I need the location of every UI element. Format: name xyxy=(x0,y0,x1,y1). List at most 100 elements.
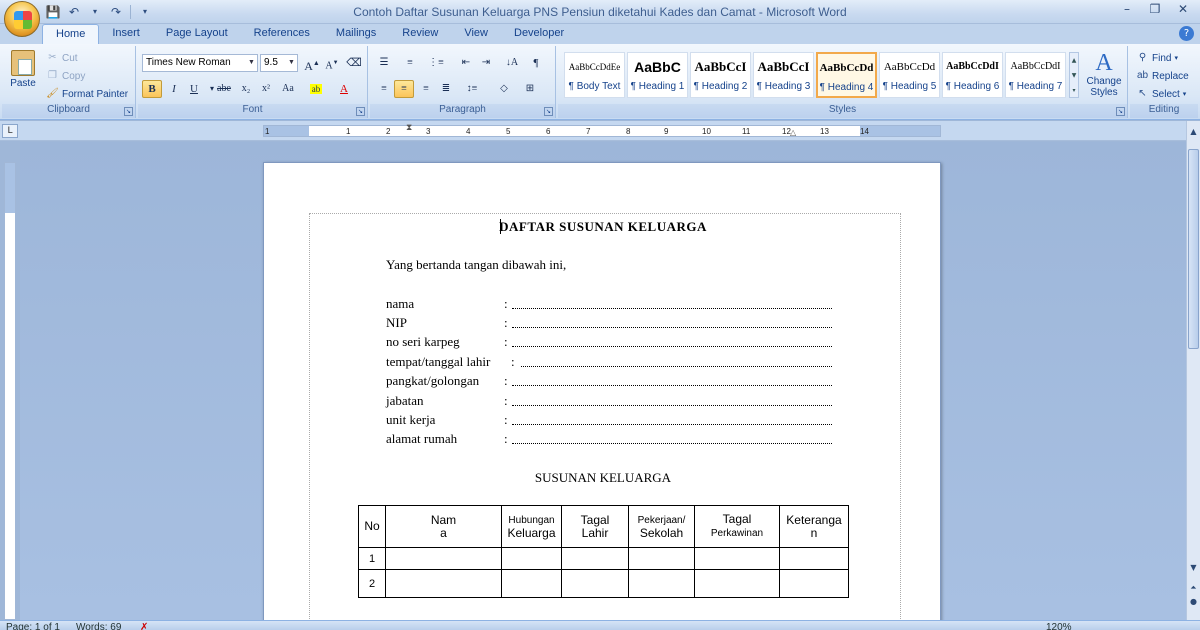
numbering-icon[interactable]: ≡ xyxy=(400,54,420,72)
style-heading-3[interactable]: AaBbCcI ¶ Heading 3 xyxy=(753,52,814,98)
table-cell[interactable] xyxy=(385,569,502,598)
tab-mailings[interactable]: Mailings xyxy=(323,24,389,44)
grow-font-button[interactable]: A▲ xyxy=(302,54,322,73)
underline-button[interactable]: U xyxy=(184,80,204,98)
table-cell[interactable] xyxy=(628,547,695,570)
page-count[interactable]: Page: 1 of 1 xyxy=(6,621,60,630)
table-header-row: No Nam a Hubungan Keluarga Tagal Lahir Peke… xyxy=(358,505,849,548)
change-styles-button[interactable]: A Change Styles xyxy=(1082,50,1126,102)
bullets-icon[interactable]: ☰ xyxy=(374,54,394,72)
italic-button[interactable]: I xyxy=(164,80,184,98)
align-center-icon[interactable]: ≡ xyxy=(394,80,414,98)
table-cell[interactable]: 2 xyxy=(358,569,386,598)
scroll-up-icon[interactable]: ▲ xyxy=(1188,125,1199,138)
tab-developer[interactable]: Developer xyxy=(501,24,577,44)
zoom-level[interactable]: 120% xyxy=(1046,621,1072,630)
binoculars-icon: ⚲ xyxy=(1138,52,1147,63)
vertical-ruler[interactable] xyxy=(4,162,16,620)
previous-page-icon[interactable]: ⏶ xyxy=(1188,581,1199,594)
select-button[interactable]: ↖ Select ▾ xyxy=(1136,86,1186,102)
table-cell[interactable] xyxy=(694,569,780,598)
scrollbar-thumb[interactable] xyxy=(1188,149,1199,349)
document-page[interactable]: DAFTAR SUSUNAN KELUARGA Yang bertanda ta… xyxy=(263,162,941,630)
show-formatting-marks-icon[interactable]: ¶ xyxy=(526,54,546,72)
header-text: Perkawinan xyxy=(710,528,764,539)
table-cell[interactable] xyxy=(628,569,695,598)
styles-gallery-scroll[interactable]: ▲ ▼ ▾ xyxy=(1069,52,1079,98)
font-family-dropdown[interactable]: Times New Roman ▼ xyxy=(142,54,258,72)
change-styles-icon: A xyxy=(1095,50,1113,76)
borders-icon[interactable]: ⊞ xyxy=(520,80,540,98)
tab-references[interactable]: References xyxy=(241,24,323,44)
close-button[interactable]: ✕ xyxy=(1170,1,1196,19)
shading-icon[interactable]: ◇ xyxy=(494,80,514,98)
superscript-button[interactable]: x² xyxy=(256,80,276,98)
restore-button[interactable]: ❐ xyxy=(1142,1,1168,19)
strikethrough-button[interactable]: abe xyxy=(214,80,234,98)
decrease-indent-icon[interactable]: ⇤ xyxy=(456,54,476,72)
style-heading-2[interactable]: AaBbCcI ¶ Heading 2 xyxy=(690,52,751,98)
browse-object-icon[interactable]: ● xyxy=(1188,595,1199,608)
find-button[interactable]: ⚲ Find ▾ xyxy=(1136,50,1178,66)
tab-review[interactable]: Review xyxy=(389,24,451,44)
style-preview: AaBbCcDd xyxy=(883,61,936,73)
align-left-icon[interactable]: ≡ xyxy=(374,80,394,98)
replace-button[interactable]: ab Replace xyxy=(1136,68,1189,84)
tab-home[interactable]: Home xyxy=(42,24,100,44)
font-dialog-launcher-icon[interactable]: ↘ xyxy=(356,107,365,116)
table-cell[interactable] xyxy=(501,569,562,598)
copy-button[interactable]: ❐ Copy xyxy=(46,68,85,84)
cut-button[interactable]: ✂ Cut xyxy=(46,50,77,66)
style-heading-7[interactable]: AaBbCcDdI ¶ Heading 7 xyxy=(1005,52,1066,98)
style-heading-1[interactable]: AaBbC ¶ Heading 1 xyxy=(627,52,688,98)
tab-selector[interactable]: L xyxy=(2,124,18,138)
paragraph-dialog-launcher-icon[interactable]: ↘ xyxy=(544,107,553,116)
table-cell[interactable] xyxy=(561,569,629,598)
header-text: Tagal xyxy=(580,512,610,527)
align-right-icon[interactable]: ≡ xyxy=(416,80,436,98)
font-size-dropdown[interactable]: 9.5 ▼ xyxy=(260,54,298,72)
table-cell[interactable] xyxy=(694,547,780,570)
tab-view[interactable]: View xyxy=(451,24,501,44)
field-row: jabatan : xyxy=(386,393,836,411)
change-case-button[interactable]: Aa xyxy=(278,80,298,98)
minimize-button[interactable]: – xyxy=(1114,1,1140,19)
table-cell[interactable] xyxy=(501,547,562,570)
highlight-color-icon[interactable]: ab xyxy=(306,80,326,98)
paste-button[interactable]: Paste xyxy=(6,48,40,100)
subscript-button[interactable]: x₂ xyxy=(236,80,256,98)
table-cell[interactable] xyxy=(779,569,849,598)
justify-icon[interactable]: ≣ xyxy=(436,80,456,98)
shrink-font-button[interactable]: A▼ xyxy=(322,54,342,72)
bold-button[interactable]: B xyxy=(142,80,162,98)
format-painter-button[interactable]: 🖌 Format Painter xyxy=(46,86,128,102)
office-button[interactable] xyxy=(4,1,40,37)
header-text: No xyxy=(364,519,380,533)
tab-insert[interactable]: Insert xyxy=(99,24,153,44)
multilevel-list-icon[interactable]: ⋮≡ xyxy=(426,54,446,72)
style-body-text[interactable]: AaBbCcDdEe ¶ Body Text xyxy=(564,52,625,98)
styles-dialog-launcher-icon[interactable]: ↘ xyxy=(1116,107,1125,116)
clipboard-dialog-launcher-icon[interactable]: ↘ xyxy=(124,107,133,116)
horizontal-ruler[interactable]: 1 1 2 3 4 5 6 7 8 9 10 11 12 13 14 ⧗ △ xyxy=(263,123,941,137)
table-cell[interactable] xyxy=(779,547,849,570)
scroll-down-icon[interactable]: ▼ xyxy=(1188,561,1199,574)
font-color-icon[interactable]: A xyxy=(334,80,354,98)
table-cell[interactable] xyxy=(385,547,502,570)
style-heading-5[interactable]: AaBbCcDd ¶ Heading 5 xyxy=(879,52,940,98)
sort-icon[interactable]: ↓A xyxy=(502,54,522,72)
vertical-scrollbar[interactable]: ▲ ▼ ⏶ ● xyxy=(1186,121,1200,620)
right-indent-marker-icon[interactable]: △ xyxy=(790,128,796,137)
word-count[interactable]: Words: 69 xyxy=(76,621,121,630)
table-cell[interactable] xyxy=(561,547,629,570)
proofing-icon[interactable]: ✗ xyxy=(140,621,148,630)
increase-indent-icon[interactable]: ⇥ xyxy=(476,54,496,72)
help-icon[interactable]: ? xyxy=(1179,26,1194,41)
style-heading-6[interactable]: AaBbCcDdI ¶ Heading 6 xyxy=(942,52,1003,98)
table-cell[interactable]: 1 xyxy=(358,547,386,570)
clear-formatting-icon[interactable]: ⌫ xyxy=(344,54,364,72)
indent-marker-icon[interactable]: ⧗ xyxy=(406,123,412,133)
line-spacing-icon[interactable]: ↕≡ xyxy=(462,80,482,98)
tab-page-layout[interactable]: Page Layout xyxy=(153,24,241,44)
style-heading-4[interactable]: AaBbCcDd ¶ Heading 4 xyxy=(816,52,877,98)
